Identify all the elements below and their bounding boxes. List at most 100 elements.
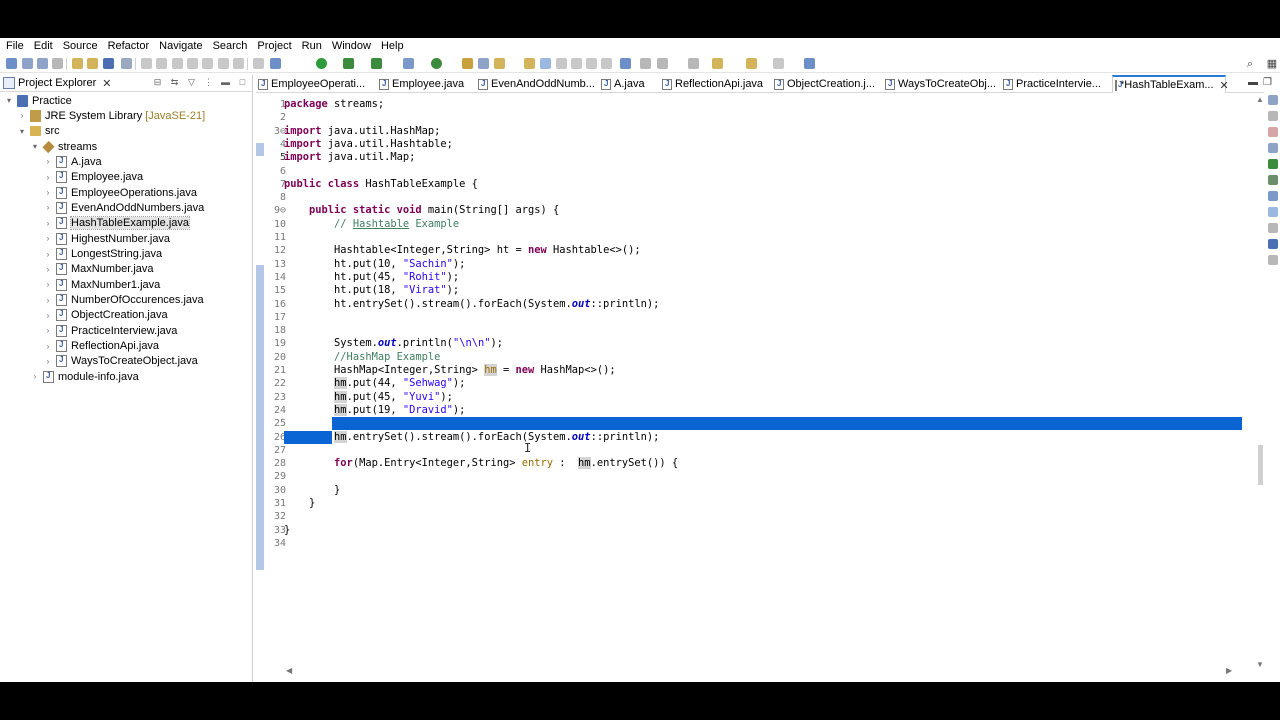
toggle-breadcrumb-icon[interactable]: [586, 58, 597, 69]
tree-item[interactable]: › JRE System Library [JavaSE-21]: [17, 108, 205, 123]
menu-navigate[interactable]: Navigate: [154, 38, 207, 55]
outline-icon[interactable]: [1268, 95, 1278, 105]
new-icon[interactable]: [6, 58, 17, 69]
close-icon[interactable]: ✕: [102, 77, 111, 90]
editor-tab[interactable]: WaysToCreateObj...: [885, 75, 996, 93]
code-line[interactable]: System.out.println("\n\n");: [284, 337, 503, 350]
chevron-right-icon[interactable]: ›: [43, 357, 53, 366]
open-type-icon[interactable]: [462, 58, 473, 69]
tree-item[interactable]: › Employee.java: [43, 170, 143, 185]
menu-project[interactable]: Project: [252, 38, 296, 55]
console-icon[interactable]: [1268, 175, 1278, 185]
chevron-right-icon[interactable]: ›: [30, 372, 40, 381]
toggle-block-selection-icon[interactable]: [556, 58, 567, 69]
chevron-right-icon[interactable]: ›: [43, 265, 53, 274]
menu-source[interactable]: Source: [58, 38, 103, 55]
suspend-icon[interactable]: [156, 58, 167, 69]
tree-item[interactable]: › HashTableExample.java: [43, 216, 191, 231]
declaration-icon[interactable]: [1268, 159, 1278, 169]
task-list-icon[interactable]: [1268, 111, 1278, 121]
chevron-right-icon[interactable]: ›: [17, 111, 27, 120]
chevron-right-icon[interactable]: ›: [43, 219, 53, 228]
code-line[interactable]: package streams;: [284, 98, 384, 111]
editor-tab[interactable]: EmployeeOperati...: [258, 75, 365, 93]
chevron-right-icon[interactable]: ›: [43, 234, 53, 243]
code-line[interactable]: import java.util.Map;: [284, 151, 415, 164]
code-line[interactable]: hm.put(44, "Sehwag");: [284, 377, 465, 390]
coverage-icon[interactable]: [343, 58, 354, 69]
debug-icon[interactable]: [270, 58, 281, 69]
tree-item[interactable]: › ObjectCreation.java: [43, 308, 168, 323]
step-into-icon[interactable]: [202, 58, 213, 69]
back-icon[interactable]: [712, 58, 723, 69]
code-line[interactable]: hm.entrySet().stream().forEach(System.ou…: [284, 430, 659, 444]
new-class-icon[interactable]: [431, 58, 442, 69]
close-icon[interactable]: ✕: [1220, 79, 1229, 92]
view-menu-icon[interactable]: ⋮: [203, 77, 214, 88]
scroll-left-icon[interactable]: ◀: [286, 666, 292, 675]
annotation-next-icon[interactable]: [640, 58, 651, 69]
link-with-editor-icon[interactable]: ⇆: [169, 77, 180, 88]
chevron-right-icon[interactable]: ›: [43, 326, 53, 335]
tree-item[interactable]: ▾ streams: [30, 139, 97, 154]
chevron-right-icon[interactable]: ›: [43, 296, 53, 305]
project-explorer-title[interactable]: Project Explorer: [18, 77, 96, 89]
tree-item[interactable]: › WaysToCreateObject.java: [43, 354, 198, 369]
external-tools-icon[interactable]: [371, 58, 382, 69]
skip-breakpoints-icon[interactable]: [121, 58, 132, 69]
code-line[interactable]: // Hashtable Example: [284, 218, 459, 231]
use-step-filters-icon[interactable]: [253, 58, 264, 69]
history-icon[interactable]: [1268, 223, 1278, 233]
pilcrow-icon[interactable]: [601, 58, 612, 69]
code-line[interactable]: hm.put(45, "Yuvi");: [284, 390, 453, 404]
code-line[interactable]: HashMap<Integer,String> hm = new HashMap…: [284, 364, 616, 377]
pin-editor-icon[interactable]: [804, 58, 815, 69]
tree-item[interactable]: › module-info.java: [30, 369, 139, 384]
code-line[interactable]: public class HashTableExample {: [284, 178, 478, 191]
chevron-right-icon[interactable]: ›: [43, 280, 53, 289]
menu-search[interactable]: Search: [208, 38, 253, 55]
code-line[interactable]: Hashtable<Integer,String> ht = new Hasht…: [284, 244, 641, 257]
open-task-icon[interactable]: [494, 58, 505, 69]
editor-tab[interactable]: Employee.java: [379, 75, 464, 93]
save-icon[interactable]: [22, 58, 33, 69]
menu-edit[interactable]: Edit: [29, 38, 58, 55]
scroll-thumb[interactable]: [1258, 445, 1263, 485]
code-line[interactable]: hm.put(19, "Dravid");: [284, 403, 465, 417]
problems-icon[interactable]: [1268, 127, 1278, 137]
editor-tab[interactable]: *HashTableExam... ✕: [1112, 75, 1229, 93]
editor-tab[interactable]: EvenAndOddNumb...: [478, 75, 595, 93]
chevron-right-icon[interactable]: ›: [43, 203, 53, 212]
chevron-down-icon[interactable]: ▾: [30, 142, 40, 151]
tree-item[interactable]: › HighestNumber.java: [43, 231, 170, 246]
run-icon[interactable]: [316, 58, 327, 69]
horizontal-scrollbar[interactable]: ◀ ▶: [286, 666, 1246, 676]
chevron-right-icon[interactable]: ›: [43, 311, 53, 320]
scroll-right-icon[interactable]: ▶: [1226, 666, 1232, 675]
minimize-icon[interactable]: ▬: [220, 77, 231, 88]
forward-arrow-icon[interactable]: [773, 58, 784, 69]
redo-icon[interactable]: [87, 58, 98, 69]
new-java-project-icon[interactable]: [403, 58, 414, 69]
tree-item[interactable]: › A.java: [43, 154, 102, 169]
step-return-icon[interactable]: [233, 58, 244, 69]
open-perspective-right-icon[interactable]: ▦: [1266, 58, 1278, 70]
tree-item[interactable]: ▾ src: [17, 124, 60, 139]
code-line[interactable]: for(Map.Entry<Integer,String> entry : hm…: [284, 457, 678, 470]
tree-item[interactable]: › EmployeeOperations.java: [43, 185, 197, 200]
code-line[interactable]: import java.util.HashMap;: [284, 125, 440, 138]
editor-tab[interactable]: ObjectCreation.j...: [774, 75, 875, 93]
code-line[interactable]: ht.entrySet().stream().forEach(System.ou…: [284, 298, 659, 311]
tree-item[interactable]: › ReflectionApi.java: [43, 339, 159, 354]
code-line[interactable]: import java.util.Hashtable;: [284, 138, 453, 151]
menu-window[interactable]: Window: [327, 38, 376, 55]
chevron-right-icon[interactable]: ›: [43, 157, 53, 166]
servers-icon[interactable]: [1268, 239, 1278, 249]
print-icon[interactable]: [52, 58, 63, 69]
chevron-right-icon[interactable]: ›: [43, 250, 53, 259]
code-line[interactable]: ht.put(18, "Virat");: [284, 284, 459, 297]
code-line[interactable]: }: [284, 484, 340, 497]
tree-item[interactable]: ▾ Practice: [4, 93, 72, 108]
progress-icon[interactable]: [1268, 191, 1278, 201]
editor-tab[interactable]: PracticeIntervie...: [1003, 75, 1101, 93]
